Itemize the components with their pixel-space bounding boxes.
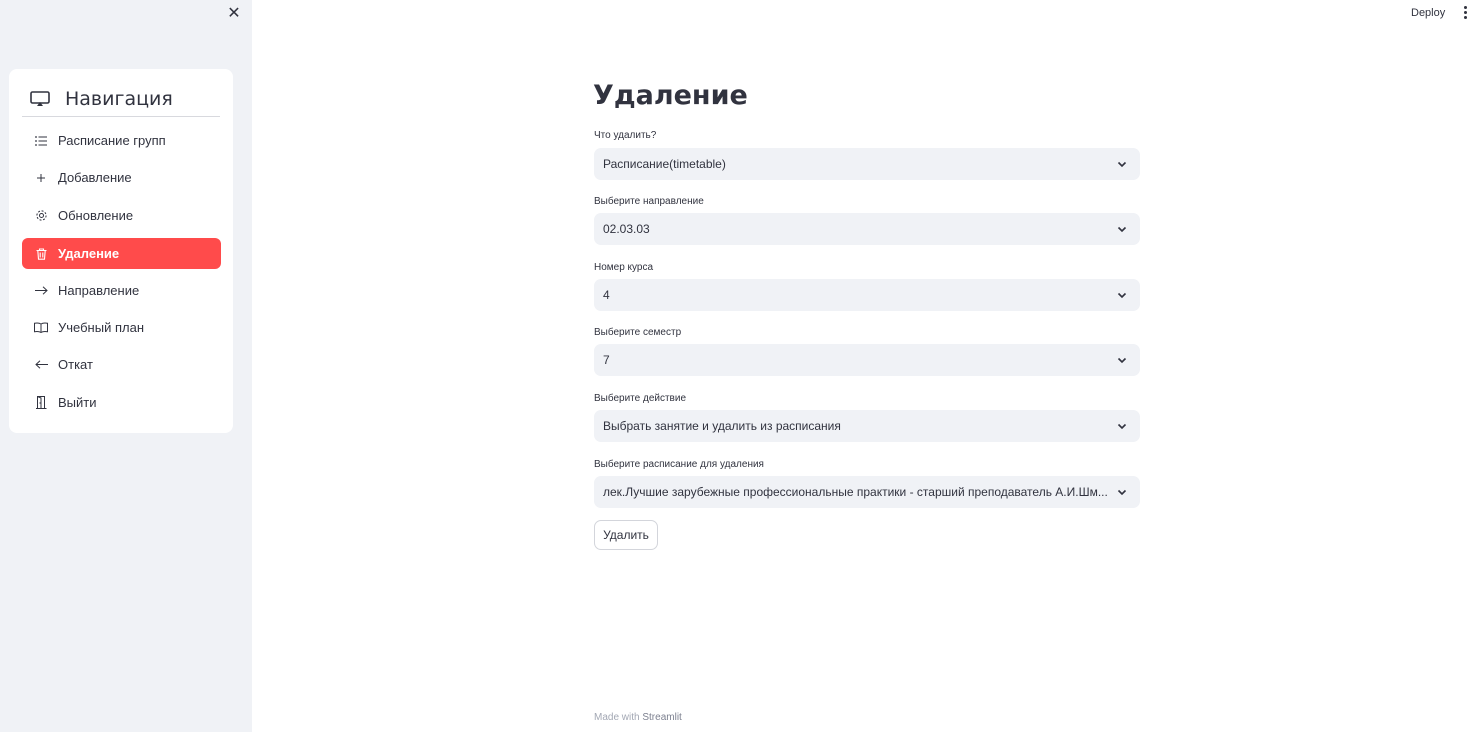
- sidebar-item-logout[interactable]: Выйти: [22, 387, 221, 418]
- sidebar-item-label: Откат: [58, 357, 93, 372]
- schedule-to-delete-select[interactable]: лек.Лучшие зарубежные профессиональные п…: [594, 476, 1140, 508]
- chevron-down-icon: [1117, 357, 1127, 364]
- footer-made-with: Made with: [594, 712, 640, 723]
- semester-label: Выберите семестр: [594, 327, 682, 338]
- schedule-to-delete-label: Выберите расписание для удаления: [594, 459, 764, 470]
- delete-button[interactable]: Удалить: [594, 520, 658, 550]
- select-value: Расписание(timetable): [603, 157, 726, 171]
- navigation-header: Навигация: [22, 81, 220, 117]
- sidebar-item-label: Обновление: [58, 208, 134, 223]
- course-number-label: Номер курса: [594, 262, 654, 273]
- chevron-down-icon: [1117, 292, 1127, 299]
- page-title: Удаление: [593, 80, 748, 111]
- sidebar-item-direction[interactable]: Направление: [22, 275, 221, 306]
- semester-select[interactable]: 7: [594, 344, 1140, 376]
- sidebar-item-update[interactable]: Обновление: [22, 200, 221, 231]
- chevron-down-icon: [1117, 161, 1127, 168]
- deploy-button[interactable]: Deploy: [1411, 4, 1445, 22]
- streamlit-link[interactable]: Streamlit: [642, 712, 681, 723]
- course-number-select[interactable]: 4: [594, 279, 1140, 311]
- what-to-delete-label: Что удалить?: [594, 130, 657, 141]
- select-value: лек.Лучшие зарубежные профессиональные п…: [603, 485, 1108, 499]
- sidebar-item-schedule[interactable]: Расписание групп: [22, 125, 221, 156]
- select-value: 02.03.03: [603, 222, 650, 236]
- sidebar-item-label: Направление: [58, 283, 140, 298]
- what-to-delete-select[interactable]: Расписание(timetable): [594, 148, 1140, 180]
- sidebar-item-rollback[interactable]: Откат: [22, 349, 221, 380]
- book-icon: [34, 321, 48, 335]
- sidebar-item-label: Удаление: [58, 246, 120, 261]
- sidebar-item-curriculum[interactable]: Учебный план: [22, 312, 221, 343]
- select-value: Выбрать занятие и удалить из расписания: [603, 419, 841, 433]
- sidebar: ✕ Навигация Расписание групп Добавление …: [0, 0, 252, 732]
- sidebar-item-add[interactable]: Добавление: [22, 162, 221, 193]
- direction-label: Выберите направление: [594, 196, 704, 207]
- sidebar-item-label: Расписание групп: [58, 133, 166, 148]
- chevron-down-icon: [1117, 489, 1127, 496]
- gear-icon: [34, 209, 48, 223]
- door-icon: [34, 396, 48, 410]
- main-menu-icon[interactable]: [1459, 3, 1471, 21]
- navigation-menu: Навигация Расписание групп Добавление Об…: [9, 69, 233, 433]
- action-select[interactable]: Выбрать занятие и удалить из расписания: [594, 410, 1140, 442]
- close-sidebar-icon[interactable]: ✕: [224, 4, 244, 24]
- chevron-down-icon: [1117, 423, 1127, 430]
- arrow-left-icon: [34, 358, 48, 372]
- list-icon: [34, 134, 48, 148]
- action-label: Выберите действие: [594, 393, 687, 404]
- footer: Made with Streamlit: [594, 712, 682, 723]
- plus-icon: [34, 171, 48, 185]
- navigation-title: Навигация: [65, 87, 173, 110]
- select-value: 4: [603, 288, 610, 302]
- select-value: 7: [603, 353, 610, 367]
- sidebar-item-label: Добавление: [58, 170, 132, 185]
- monitor-icon: [29, 88, 51, 110]
- chevron-down-icon: [1117, 226, 1127, 233]
- trash-icon: [34, 247, 48, 261]
- sidebar-item-label: Выйти: [58, 395, 97, 410]
- sidebar-item-label: Учебный план: [58, 320, 144, 335]
- sidebar-item-delete[interactable]: Удаление: [22, 238, 221, 269]
- direction-select[interactable]: 02.03.03: [594, 213, 1140, 245]
- arrow-right-icon: [34, 284, 48, 298]
